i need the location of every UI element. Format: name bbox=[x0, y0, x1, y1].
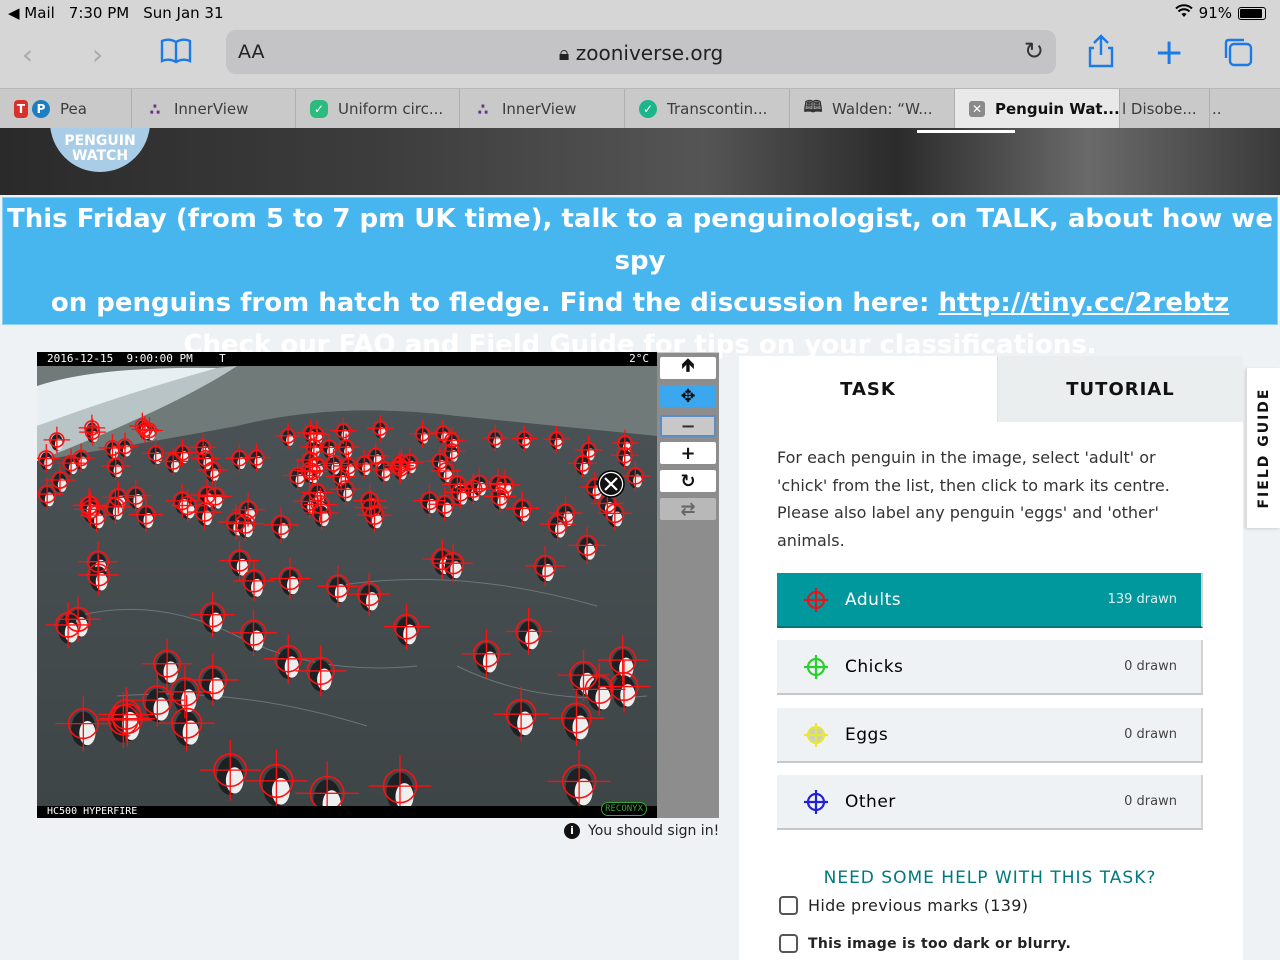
move-arrows-icon: ✥ bbox=[680, 385, 696, 407]
task-help-link[interactable]: NEED SOME HELP WITH THIS TASK? bbox=[777, 868, 1203, 888]
crosshair-icon bbox=[804, 790, 828, 814]
book-icon: 🕮︎ bbox=[803, 96, 823, 116]
tab-tutorial[interactable]: TUTORIAL bbox=[997, 356, 1243, 422]
task-instructions: For each penguin in the image, select 'a… bbox=[777, 448, 1170, 550]
too-dark-checkbox[interactable]: This image is too dark or blurry. bbox=[779, 934, 1071, 953]
address-bar[interactable]: AA 🔒︎ zooniverse.org ↻ bbox=[226, 30, 1056, 74]
status-bar: ◀ Mail 7:30 PM Sun Jan 31 91% bbox=[0, 0, 1280, 26]
crosshair-icon bbox=[804, 588, 828, 612]
url-text: zooniverse.org bbox=[575, 41, 724, 65]
zoom-out-button[interactable]: − bbox=[660, 415, 716, 437]
back-to-app-link[interactable]: ◀ Mail bbox=[8, 4, 55, 22]
browser-tab-bar: T P Pea ∴ InnerView ✓ Uniform circ... ∴ … bbox=[0, 88, 1280, 129]
talk-discussion-link[interactable]: http://tiny.cc/2rebtz bbox=[938, 288, 1229, 318]
checkbox[interactable] bbox=[779, 896, 798, 915]
bookmarks-icon[interactable] bbox=[160, 38, 192, 71]
active-nav-indicator bbox=[917, 130, 1015, 133]
banner-line-2: on penguins from hatch to fledge. Find t… bbox=[50, 288, 1230, 318]
share-icon[interactable] bbox=[1086, 34, 1116, 75]
wifi-icon bbox=[1174, 4, 1193, 22]
sign-in-notice: i You should sign in! bbox=[564, 823, 719, 839]
banner-line-1: This Friday (from 5 to 7 pm UK time), ta… bbox=[7, 204, 1273, 276]
pan-tool-button[interactable]: ✥ bbox=[660, 385, 716, 407]
choice-adults[interactable]: Adults 139 drawn bbox=[777, 573, 1203, 628]
tab-task[interactable]: TASK bbox=[739, 356, 997, 422]
tab-overflow[interactable]: .. bbox=[1210, 89, 1280, 129]
rotate-button[interactable]: ↻ bbox=[660, 470, 716, 492]
camera-brand-logo: RECONYX bbox=[601, 802, 647, 816]
plus-icon: + bbox=[680, 442, 696, 464]
tab-civil-disobedience[interactable]: l Disobe... bbox=[1120, 89, 1210, 129]
choice-chicks[interactable]: Chicks 0 drawn bbox=[777, 640, 1203, 695]
check-badge-icon: ✓ bbox=[639, 100, 657, 118]
tab-transcontinental[interactable]: ✓ Transcontin... bbox=[625, 89, 790, 129]
battery-percent: 91% bbox=[1198, 4, 1232, 22]
new-tab-icon[interactable]: + bbox=[1154, 32, 1184, 73]
camera-caption-bottom: HC500 HYPERFIRE RECONYX bbox=[37, 802, 657, 818]
tab-uniform-circ[interactable]: ✓ Uniform circ... bbox=[296, 89, 460, 129]
minus-icon: − bbox=[680, 415, 696, 437]
innerview-icon: ∴ bbox=[477, 99, 489, 119]
field-guide-tab[interactable]: FIELD GUIDE bbox=[1246, 368, 1280, 528]
site-header: PENGUIN WATCH bbox=[0, 128, 1280, 195]
delete-mark-icon[interactable] bbox=[597, 470, 625, 498]
tab-pear[interactable]: T P Pea bbox=[0, 89, 132, 129]
task-panel: TASK TUTORIAL For each penguin in the im… bbox=[739, 356, 1243, 960]
penguin-colony-photo[interactable] bbox=[37, 366, 657, 818]
forward-icon[interactable]: › bbox=[92, 38, 103, 71]
zoom-in-button[interactable]: + bbox=[660, 442, 716, 464]
lock-icon: 🔒︎ bbox=[558, 41, 576, 65]
tab-innerview-1[interactable]: ∴ InnerView bbox=[132, 89, 296, 129]
hide-marks-checkbox[interactable]: Hide previous marks (139) bbox=[779, 896, 1028, 915]
tabs-overview-icon[interactable] bbox=[1222, 36, 1254, 75]
crosshair-icon bbox=[804, 655, 828, 679]
pointer-tool-button[interactable]: 🡹︎ bbox=[660, 355, 716, 379]
status-time: 7:30 PM bbox=[68, 4, 130, 22]
reset-icon: ⇄ bbox=[680, 498, 696, 520]
tab-innerview-2[interactable]: ∴ InnerView bbox=[460, 89, 625, 129]
innerview-icon: ∴ bbox=[149, 99, 161, 119]
image-toolbar: 🡹︎ ✥ − + ↻ ⇄ bbox=[657, 352, 719, 818]
checkbox[interactable] bbox=[779, 934, 798, 953]
penguin-watch-logo[interactable]: PENGUIN WATCH bbox=[50, 128, 150, 172]
subject-image[interactable]: 2016-12-15 9:00:00 PM T 2°C HC500 HYPERF… bbox=[37, 352, 657, 818]
choice-other[interactable]: Other 0 drawn bbox=[777, 775, 1203, 830]
info-icon: i bbox=[564, 823, 580, 839]
rotate-icon: ↻ bbox=[680, 470, 696, 492]
browser-toolbar: ‹ › AA 🔒︎ zooniverse.org ↻ + bbox=[0, 26, 1280, 88]
status-date: Sun Jan 31 bbox=[143, 4, 224, 22]
choice-eggs[interactable]: Eggs 0 drawn bbox=[777, 708, 1203, 763]
battery-icon bbox=[1238, 6, 1266, 20]
pear-deck-icon: P bbox=[32, 100, 50, 118]
reload-icon[interactable]: ↻ bbox=[1024, 37, 1044, 65]
tab-walden[interactable]: 🕮︎ Walden: “W... bbox=[790, 89, 955, 129]
reset-view-button[interactable]: ⇄ bbox=[660, 498, 716, 520]
crosshair-icon bbox=[804, 723, 828, 747]
t-and-e-icon: T bbox=[14, 100, 28, 118]
close-tab-icon[interactable]: ✕ bbox=[969, 101, 985, 117]
camera-caption-top: 2016-12-15 9:00:00 PM T 2°C bbox=[37, 352, 657, 366]
back-icon[interactable]: ‹ bbox=[22, 38, 33, 71]
tab-penguin-watch[interactable]: ✕ Penguin Wat... bbox=[955, 89, 1120, 129]
cursor-arrow-icon: 🡹︎ bbox=[681, 355, 695, 376]
shield-icon: ✓ bbox=[310, 100, 328, 118]
announcement-banner: This Friday (from 5 to 7 pm UK time), ta… bbox=[2, 197, 1278, 360]
